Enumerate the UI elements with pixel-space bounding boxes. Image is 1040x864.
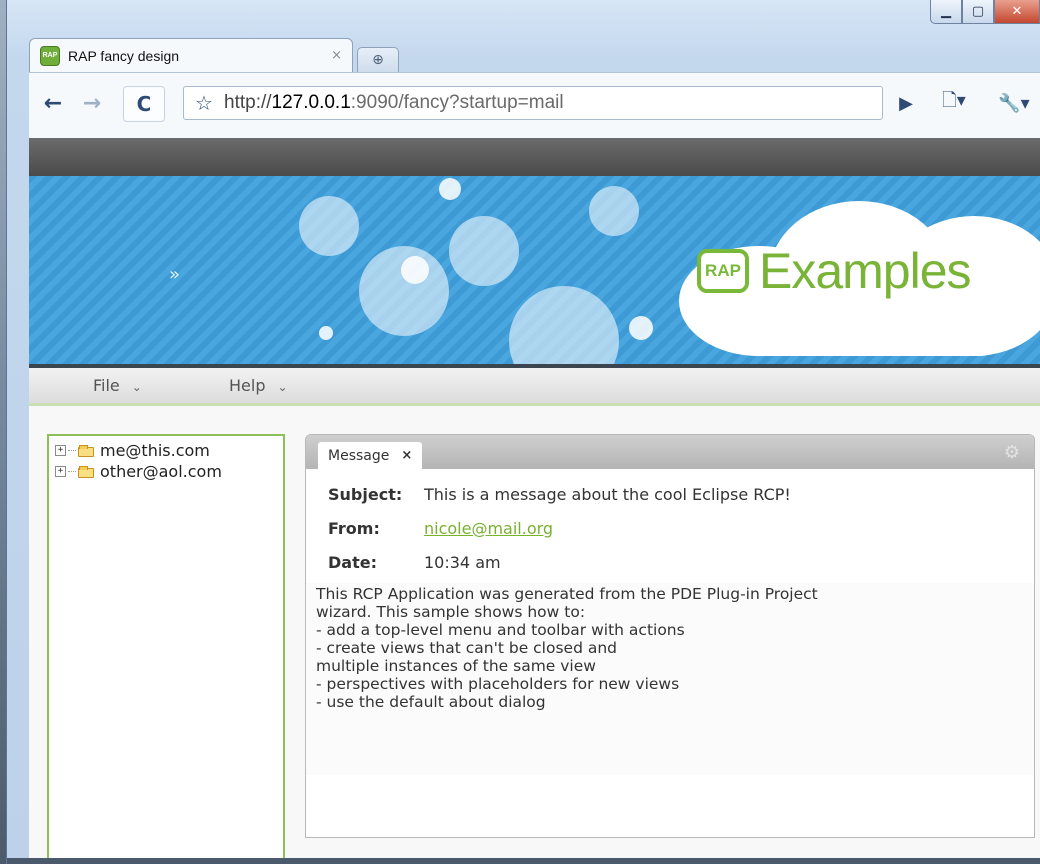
from-row: From: nicole@mail.org: [328, 511, 1034, 545]
decor-bubble: [629, 316, 653, 340]
message-fields: Subject: This is a message about the coo…: [306, 469, 1034, 579]
expand-plus-icon[interactable]: +: [55, 445, 66, 456]
rap-logo-mark: RAP: [697, 249, 749, 293]
close-icon[interactable]: ×: [401, 448, 412, 463]
expand-chevron-icon[interactable]: »: [169, 264, 180, 285]
decor-bubble: [439, 178, 461, 200]
chevron-down-icon: ⌄: [277, 380, 288, 394]
top-strip: [29, 138, 1040, 176]
message-body: This RCP Application was generated from …: [306, 583, 1034, 775]
window-controls: ▁ ▢ ✕: [930, 0, 1040, 24]
chevron-down-icon: ⌄: [131, 380, 142, 394]
date-row: Date: 10:34 am: [328, 545, 1034, 579]
tree-item-label: other@aol.com: [100, 462, 222, 481]
tab-close-icon[interactable]: ×: [331, 48, 342, 63]
url-host: 127.0.0.1: [271, 92, 351, 113]
play-icon[interactable]: ▶: [891, 86, 921, 120]
expand-plus-icon[interactable]: +: [55, 466, 66, 477]
gear-icon[interactable]: ⚙: [1004, 442, 1020, 463]
browser-window: ▁ ▢ ✕ RAP RAP fancy design × ⊕ ← → C ☆ h…: [6, 0, 1040, 864]
from-link[interactable]: nicole@mail.org: [424, 519, 553, 538]
decor-bubble: [509, 286, 619, 366]
web-page: » RAP Examples File ⌄ Help ⌄ + me@this.com…: [29, 138, 1040, 864]
menu-file[interactable]: File ⌄: [93, 376, 142, 395]
view-tab-label: Message: [328, 447, 390, 464]
date-label: Date:: [328, 552, 377, 572]
date-value: 10:34 am: [424, 552, 501, 572]
rap-examples-logo: RAP Examples: [697, 242, 972, 300]
url-scheme: http://: [224, 92, 272, 113]
subject-value: This is a message about the cool Eclipse…: [424, 484, 791, 504]
subject-row: Subject: This is a message about the coo…: [328, 477, 1034, 511]
mailbox-tree: + me@this.com + other@aol.com: [47, 434, 285, 864]
menu-file-label: File: [93, 376, 120, 395]
folder-icon: [78, 444, 94, 457]
window-bottom-frame: [7, 858, 1040, 864]
new-tab-button[interactable]: ⊕: [357, 47, 399, 72]
tree-connector: [68, 471, 76, 472]
view-header: Message × ⚙: [306, 435, 1034, 469]
maximize-button[interactable]: ▢: [962, 0, 994, 24]
close-window-button[interactable]: ✕: [994, 0, 1040, 24]
tab-title: RAP fancy design: [68, 47, 180, 64]
tree-item-label: me@this.com: [100, 441, 210, 460]
menu-help-label: Help: [229, 376, 266, 395]
message-view: Message × ⚙ Subject: This is a message a…: [305, 434, 1035, 838]
tree-connector: [68, 450, 76, 451]
wrench-menu-icon[interactable]: 🔧▾: [989, 86, 1039, 120]
url-text[interactable]: http://127.0.0.1:9090/fancy?startup=mail: [224, 92, 564, 114]
tab-message[interactable]: Message ×: [318, 442, 423, 469]
tree-item[interactable]: + other@aol.com: [55, 461, 277, 482]
decor-bubble: [299, 196, 359, 256]
logo-wordmark: Examples: [759, 243, 972, 299]
bookmark-star-icon[interactable]: ☆: [184, 91, 224, 115]
back-arrow-icon[interactable]: ←: [33, 86, 73, 120]
from-label: From:: [328, 518, 380, 538]
forward-arrow-icon[interactable]: →: [75, 86, 109, 120]
folder-icon: [78, 465, 94, 478]
header-banner: » RAP Examples: [29, 176, 1040, 366]
browser-tab[interactable]: RAP RAP fancy design ×: [29, 38, 353, 72]
page-menu-icon[interactable]: 🗋▾: [929, 86, 979, 120]
browser-toolbar: ← → C ☆ http://127.0.0.1:9090/fancy?star…: [29, 72, 1040, 138]
subject-label: Subject:: [328, 484, 403, 504]
address-bar[interactable]: ☆ http://127.0.0.1:9090/fancy?startup=ma…: [183, 86, 883, 120]
minimize-button[interactable]: ▁: [930, 0, 962, 24]
decor-bubble: [401, 256, 429, 284]
url-path: :9090/fancy?startup=mail: [350, 92, 564, 113]
tree-item[interactable]: + me@this.com: [55, 440, 277, 461]
menu-bar: File ⌄ Help ⌄: [29, 368, 1040, 406]
decor-bubble: [589, 186, 639, 236]
tab-strip: RAP RAP fancy design × ⊕: [29, 36, 399, 72]
decor-bubble: [449, 216, 519, 286]
rap-favicon-icon: RAP: [40, 45, 60, 66]
menu-help[interactable]: Help ⌄: [229, 376, 288, 395]
decor-bubble: [319, 326, 333, 340]
reload-icon[interactable]: C: [123, 86, 165, 122]
